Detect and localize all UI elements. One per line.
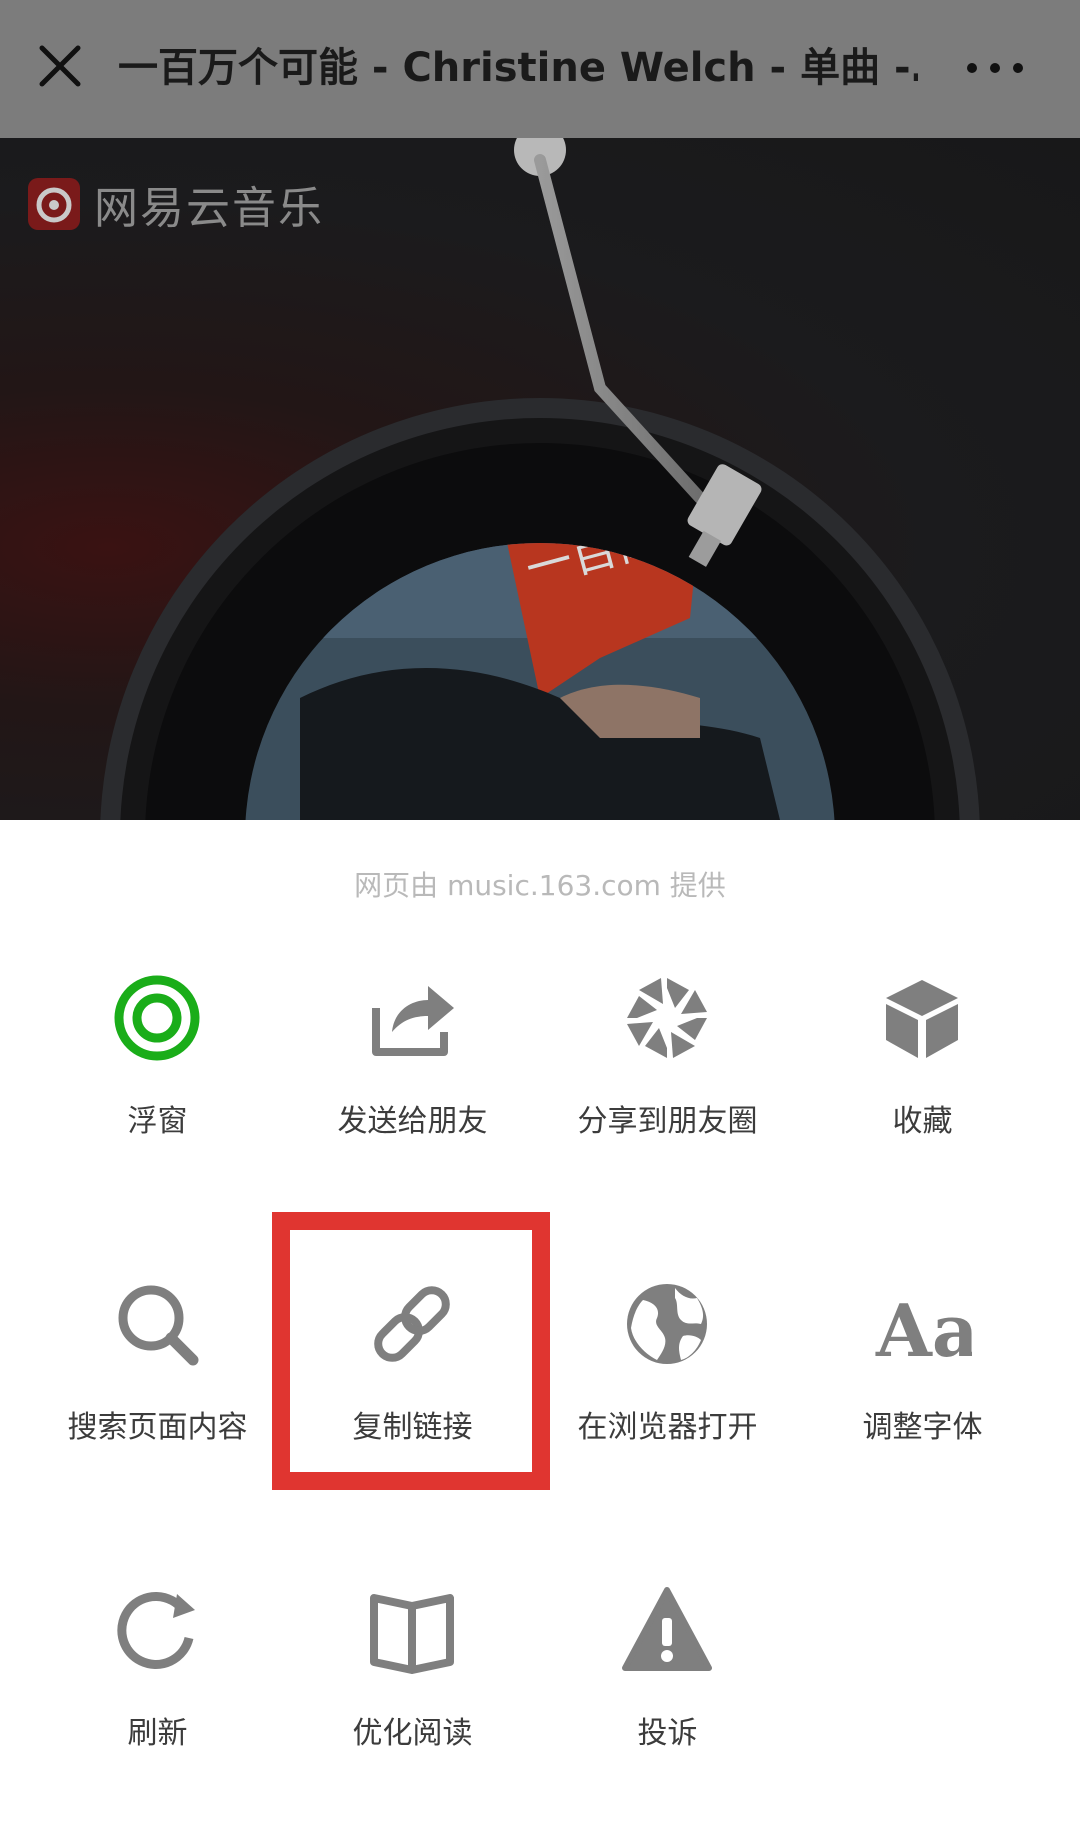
float-window-item[interactable]: 浮窗 bbox=[30, 968, 285, 1188]
moments-shutter-icon bbox=[617, 968, 717, 1068]
page-title: 一百万个可能 - Christine Welch - 单曲 -… bbox=[118, 45, 918, 91]
warning-icon bbox=[617, 1580, 717, 1680]
float-window-label: 浮窗 bbox=[127, 1104, 188, 1139]
share-moments-label: 分享到朋友圈 bbox=[577, 1104, 758, 1139]
report-label: 投诉 bbox=[637, 1716, 698, 1751]
globe-icon bbox=[617, 1274, 717, 1374]
adjust-font-label: 调整字体 bbox=[862, 1410, 983, 1445]
netease-logo-icon bbox=[28, 178, 80, 230]
favorite-item[interactable]: 收藏 bbox=[795, 968, 1050, 1188]
open-in-browser-item[interactable]: 在浏览器打开 bbox=[540, 1274, 795, 1494]
adjust-font-item[interactable]: Aa 调整字体 bbox=[795, 1274, 1050, 1494]
favorite-label: 收藏 bbox=[892, 1104, 953, 1139]
share-moments-item[interactable]: 分享到朋友圈 bbox=[540, 968, 795, 1188]
send-to-friend-item[interactable]: 发送给朋友 bbox=[285, 968, 540, 1188]
floating-window-icon bbox=[107, 968, 207, 1068]
reader-mode-label: 优化阅读 bbox=[352, 1716, 473, 1751]
more-button[interactable] bbox=[960, 40, 1030, 96]
font-size-icon: Aa bbox=[872, 1274, 979, 1374]
search-page-item[interactable]: 搜索页面内容 bbox=[30, 1274, 285, 1494]
top-bar: 一百万个可能 - Christine Welch - 单曲 -… bbox=[0, 0, 1080, 138]
book-icon bbox=[362, 1580, 462, 1680]
svg-text:Aa: Aa bbox=[875, 1288, 972, 1373]
logo-text: 网易云音乐 bbox=[94, 183, 324, 234]
close-button[interactable] bbox=[30, 36, 90, 96]
close-icon bbox=[39, 45, 81, 87]
refresh-icon bbox=[107, 1580, 207, 1680]
netease-music-logo: 网易云音乐 bbox=[28, 174, 324, 234]
provider-text: 网页由 music.163.com 提供 bbox=[354, 869, 726, 902]
cube-icon bbox=[872, 968, 972, 1068]
send-to-friend-label: 发送给朋友 bbox=[337, 1104, 488, 1139]
web-content: 一百萬個可能 网易云音乐 bbox=[0, 138, 1080, 820]
refresh-label: 刷新 bbox=[127, 1716, 188, 1751]
more-dots-icon bbox=[967, 63, 1023, 73]
search-icon bbox=[107, 1274, 207, 1374]
refresh-item[interactable]: 刷新 bbox=[30, 1580, 285, 1800]
vinyl-player-illustration: 一百萬個可能 bbox=[100, 138, 980, 820]
highlight-box bbox=[272, 1212, 550, 1490]
search-page-label: 搜索页面内容 bbox=[67, 1410, 248, 1445]
reader-mode-item[interactable]: 优化阅读 bbox=[285, 1580, 540, 1800]
open-in-browser-label: 在浏览器打开 bbox=[577, 1410, 758, 1445]
report-item[interactable]: 投诉 bbox=[540, 1580, 795, 1800]
share-arrow-icon bbox=[362, 968, 462, 1068]
